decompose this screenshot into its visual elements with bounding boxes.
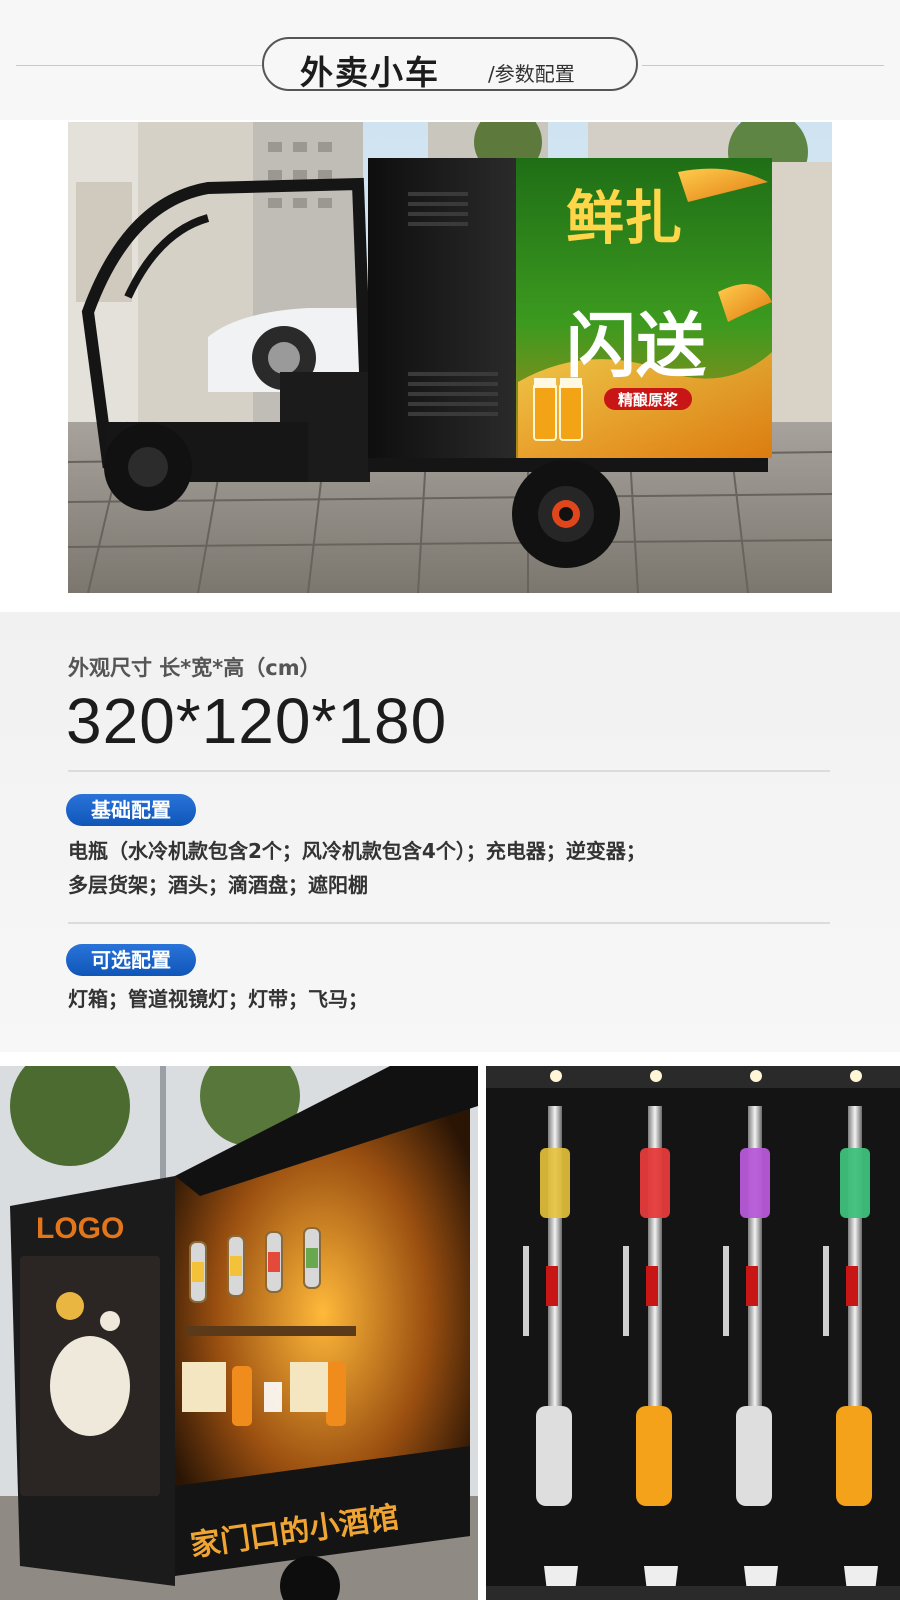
product-photo-tricycle: 鲜扎 闪送 精酿原浆 bbox=[68, 122, 832, 593]
spec-panel: 外观尺寸 长*宽*高（cm） 320*120*180 基础配置 电瓶（水冷机款包… bbox=[0, 612, 900, 1052]
header-title-pill: 外卖小车 /参数配置 bbox=[262, 37, 638, 92]
header-divider-left bbox=[16, 65, 262, 66]
header-subtitle: /参数配置 bbox=[488, 62, 575, 86]
poster-tag: 精酿原浆 bbox=[618, 391, 679, 409]
optional-config-badge: 可选配置 bbox=[66, 944, 196, 976]
basic-config-line-2: 多层货架；酒头；滴酒盘；遮阳棚 bbox=[68, 873, 368, 897]
cart-logo-text: LOGO bbox=[36, 1212, 124, 1245]
optional-config-text: 灯箱；管道视镜灯；灯带；飞马； bbox=[68, 987, 368, 1011]
spec-divider-2 bbox=[68, 922, 830, 924]
basic-config-badge: 基础配置 bbox=[66, 794, 196, 826]
product-photo-open-cart: LOGO 家门口的小酒馆 bbox=[0, 1066, 478, 1600]
spec-divider-1 bbox=[68, 770, 830, 772]
header-divider-right bbox=[642, 65, 884, 66]
product-photo-beer-taps bbox=[486, 1066, 900, 1600]
basic-config-line-1: 电瓶（水冷机款包含2个；风冷机款包含4个）；充电器；逆变器； bbox=[68, 839, 646, 863]
header-title: 外卖小车 bbox=[300, 53, 440, 92]
poster-headline-2: 闪送 bbox=[566, 305, 706, 387]
section-header: 外卖小车 /参数配置 bbox=[0, 0, 900, 120]
poster-headline-1: 鲜扎 bbox=[566, 184, 682, 252]
dimension-label: 外观尺寸 长*宽*高（cm） bbox=[68, 656, 321, 680]
dimension-value: 320*120*180 bbox=[66, 685, 448, 757]
